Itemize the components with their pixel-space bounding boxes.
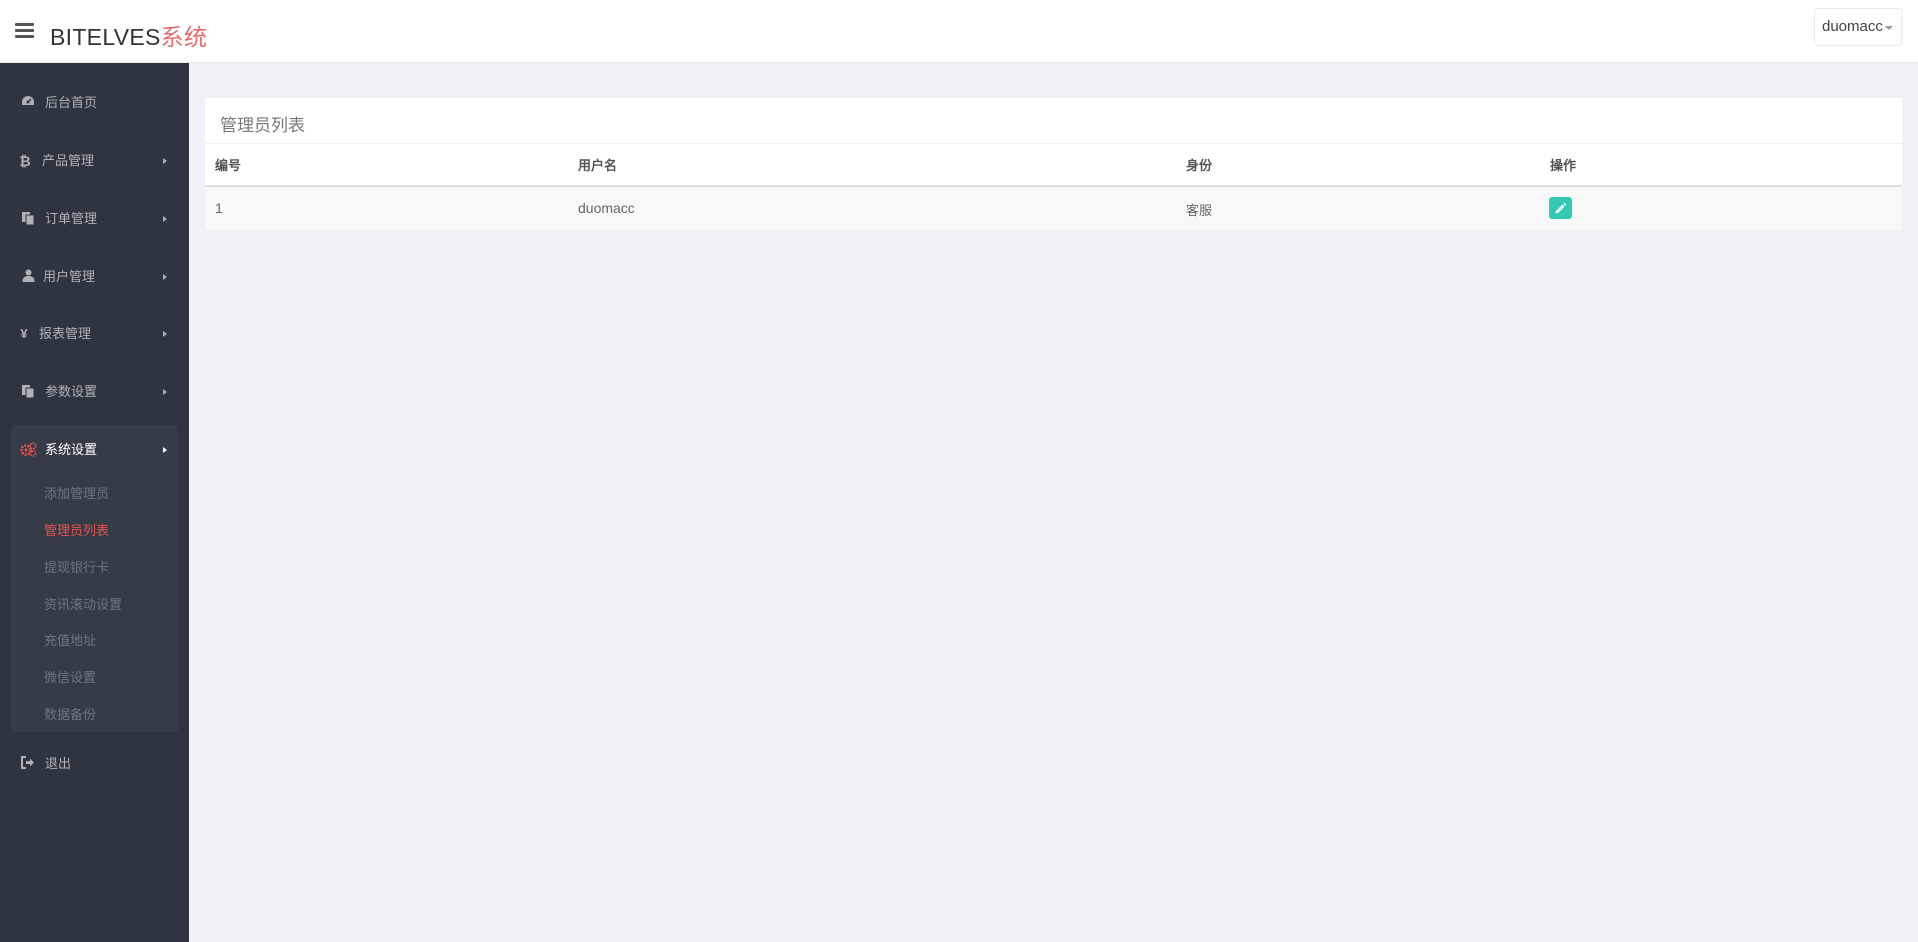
sidebar-group-system: 系统设置 添加管理员 管理员列表 提现银行卡 资讯滚动设置 充值地址 微信设置 … xyxy=(11,425,178,732)
column-header-actions: 操作 xyxy=(1550,158,1577,173)
sidebar: 后台首页 ₿ 产品管理 订单管理 用户管理 ¥ 报表管理 参数设置 系统设置 添… xyxy=(0,63,189,942)
column-header-id: 编号 xyxy=(215,158,242,173)
caret-right-icon xyxy=(163,389,167,395)
sidebar-item-system[interactable]: 系统设置 xyxy=(0,430,189,470)
submenu-recharge-address[interactable]: 充值地址 xyxy=(44,630,96,649)
user-icon xyxy=(20,269,36,285)
sidebar-item-label: 用户管理 xyxy=(43,269,96,284)
caret-right-icon xyxy=(163,331,167,337)
submenu-withdraw-bank-card[interactable]: 提现银行卡 xyxy=(44,557,109,576)
brand-logo[interactable]: BITELVES系统 xyxy=(50,18,207,52)
sidebar-item-params[interactable]: 参数设置 xyxy=(0,372,189,412)
caret-right-icon xyxy=(163,158,167,164)
sidebar-item-orders[interactable]: 订单管理 xyxy=(0,199,189,239)
brand-name: BITELVES xyxy=(50,24,161,50)
sidebar-item-label: 参数设置 xyxy=(45,384,98,399)
dashboard-icon xyxy=(20,95,36,111)
sidebar-item-products[interactable]: ₿ 产品管理 xyxy=(0,141,189,181)
caret-right-icon xyxy=(163,216,167,222)
brand-accent: 系统 xyxy=(160,24,208,50)
user-dropdown[interactable]: duomacc xyxy=(1814,8,1902,46)
table-row xyxy=(205,187,1902,230)
caret-right-icon xyxy=(163,447,167,453)
sidebar-item-label: 退出 xyxy=(45,756,72,771)
sign-out-icon xyxy=(20,756,36,772)
caret-right-icon xyxy=(163,274,167,280)
sidebar-item-label: 订单管理 xyxy=(45,211,98,226)
sidebar-item-label: 后台首页 xyxy=(45,95,98,110)
sidebar-item-users[interactable]: 用户管理 xyxy=(0,257,189,297)
cell-id: 1 xyxy=(215,200,223,216)
sidebar-item-logout[interactable]: 退出 xyxy=(0,744,189,784)
column-header-username: 用户名 xyxy=(578,158,618,173)
edit-button[interactable] xyxy=(1549,197,1572,219)
sidebar-item-dashboard[interactable]: 后台首页 xyxy=(0,83,189,123)
yen-icon: ¥ xyxy=(20,326,28,341)
sidebar-item-label: 系统设置 xyxy=(45,442,98,457)
submenu-news-scroll-settings[interactable]: 资讯滚动设置 xyxy=(44,594,122,613)
cell-username: duomacc xyxy=(578,200,635,216)
submenu-data-backup[interactable]: 数据备份 xyxy=(44,704,96,723)
sidebar-item-label: 产品管理 xyxy=(42,153,95,168)
column-header-role: 身份 xyxy=(1186,158,1213,173)
copy-icon xyxy=(20,384,36,400)
caret-down-icon xyxy=(1885,26,1893,30)
submenu-admin-list[interactable]: 管理员列表 xyxy=(44,520,109,539)
panel-title: 管理员列表 xyxy=(220,116,305,135)
cell-role: 客服 xyxy=(1186,203,1213,218)
username-label: duomacc xyxy=(1822,18,1883,35)
sidebar-item-label: 报表管理 xyxy=(39,326,92,341)
sidebar-item-reports[interactable]: ¥ 报表管理 xyxy=(0,314,189,354)
admin-list-panel: 管理员列表 编号 用户名 身份 操作 1 duomacc 客服 xyxy=(205,98,1902,230)
submenu-add-admin[interactable]: 添加管理员 xyxy=(44,483,109,502)
menu-toggle-icon[interactable] xyxy=(15,23,34,39)
submenu-wechat-settings[interactable]: 微信设置 xyxy=(44,667,96,686)
copy-icon xyxy=(20,211,36,227)
bitcoin-icon: ₿ xyxy=(19,153,31,169)
cogs-icon xyxy=(20,442,37,458)
pencil-icon xyxy=(1555,202,1567,214)
divider xyxy=(205,143,1902,144)
top-navbar: BITELVES系统 duomacc xyxy=(0,0,1918,63)
